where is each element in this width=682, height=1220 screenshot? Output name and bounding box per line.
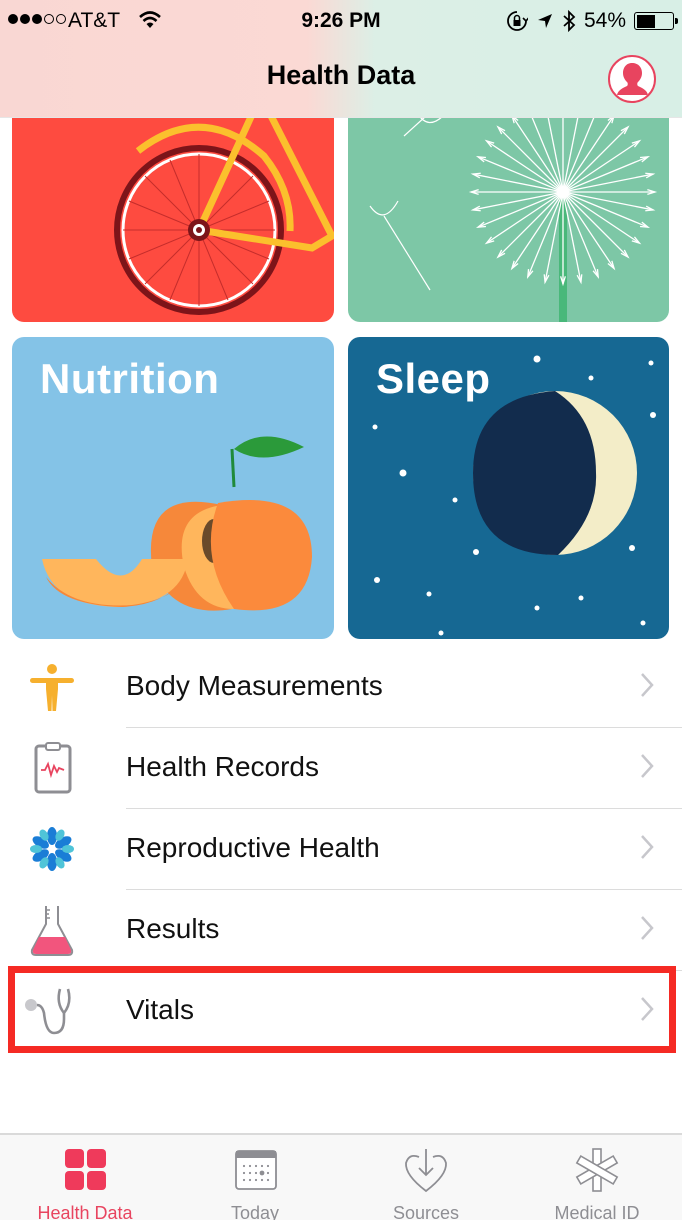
calendar-dot	[248, 1171, 252, 1175]
flower-petal	[62, 845, 74, 853]
tab-health-data[interactable]: Health Data	[0, 1135, 170, 1220]
calendar-dot	[242, 1164, 246, 1168]
calendar-dot	[248, 1164, 252, 1168]
battery-fill	[636, 14, 656, 28]
calendar-dot	[242, 1178, 246, 1182]
list-item-vitals[interactable]: Vitals	[0, 971, 682, 1052]
tab-medical-id[interactable]: Medical ID	[512, 1135, 682, 1220]
battery-icon	[634, 12, 678, 30]
chevron-right-icon	[641, 997, 654, 1021]
grid-icon	[65, 1149, 106, 1190]
tab-label: Health Data	[37, 1203, 133, 1220]
profile-button[interactable]	[608, 55, 656, 103]
calendar-dot	[266, 1164, 270, 1168]
chevron-right-icon	[641, 835, 654, 859]
tab-label: Medical ID	[554, 1203, 640, 1220]
activity-category-tile[interactable]	[12, 96, 334, 322]
list-item-body-measurements[interactable]: Body Measurements	[0, 647, 682, 728]
flask-icon	[30, 906, 74, 956]
flower-petal	[47, 853, 57, 871]
calendar-dot	[254, 1178, 258, 1182]
flower-petal	[30, 845, 42, 853]
flower-petal	[47, 827, 57, 845]
dandelion-ray	[497, 126, 564, 193]
calendar-dot	[260, 1164, 264, 1168]
list-item-label: Results	[126, 913, 220, 944]
navigation-header: AT&T 9:26 PM 54% Health Data	[0, 0, 682, 118]
asterisk-icon	[575, 1148, 619, 1192]
chevron-right-icon	[641, 754, 654, 778]
battery-percent: 54%	[583, 9, 626, 32]
bluetooth-icon	[563, 9, 576, 33]
list-item-label: Reproductive Health	[126, 832, 380, 863]
list-item-label: Vitals	[126, 994, 194, 1025]
status-right-group: 54%	[506, 9, 678, 33]
list-item-label: Body Measurements	[126, 670, 383, 701]
body-figure-icon	[30, 664, 74, 711]
bicycle-wheel-illustration	[114, 104, 334, 315]
rotation-lock-icon	[507, 11, 528, 31]
page-title: Health Data	[266, 60, 416, 90]
calendar-dot	[266, 1178, 270, 1182]
mindfulness-category-tile[interactable]	[348, 96, 669, 322]
dandelion-ray	[497, 191, 564, 258]
list-item-label: Health Records	[126, 751, 319, 782]
sleep-tile-label: Sleep	[376, 355, 491, 402]
calendar-dot	[242, 1171, 246, 1175]
chevron-right-icon	[641, 673, 654, 697]
sleep-category-tile[interactable]: Sleep	[348, 337, 669, 639]
nutrition-tile-label: Nutrition	[40, 355, 220, 402]
list-item-reproductive-health[interactable]: Reproductive Health	[0, 809, 682, 890]
status-bar: AT&T 9:26 PM 54%	[0, 0, 682, 40]
nutrition-category-tile[interactable]: Nutrition	[12, 337, 334, 639]
calendar-icon	[235, 1150, 277, 1190]
list-item-results[interactable]: Results	[0, 890, 682, 971]
calendar-dot	[248, 1178, 252, 1182]
location-arrow-icon	[537, 14, 552, 28]
health-category-list: Body Measurements Health Records Reprodu…	[0, 647, 682, 1052]
tab-today[interactable]: Today	[170, 1135, 340, 1220]
heart-download-icon	[405, 1149, 447, 1193]
calendar-dot	[266, 1171, 270, 1175]
chevron-right-icon	[641, 916, 654, 940]
dandelion-ray	[562, 126, 629, 193]
calendar-dot	[254, 1171, 258, 1175]
dandelion-illustration	[369, 97, 658, 322]
calendar-dot	[259, 1170, 265, 1176]
tab-sources[interactable]: Sources	[341, 1135, 511, 1220]
clipboard-heartbeat-icon	[34, 742, 72, 794]
profile-avatar-icon	[617, 63, 648, 95]
stethoscope-icon	[25, 988, 71, 1035]
tab-bar: Health Data Today Sources Medical ID	[0, 1133, 682, 1220]
flower-icon	[30, 827, 74, 871]
dandelion-ray	[562, 191, 629, 258]
tab-label: Sources	[392, 1203, 460, 1220]
tab-label: Today	[230, 1203, 280, 1220]
calendar-dot	[254, 1164, 258, 1168]
calendar-dot	[260, 1178, 264, 1182]
list-item-health-records[interactable]: Health Records	[0, 728, 682, 809]
